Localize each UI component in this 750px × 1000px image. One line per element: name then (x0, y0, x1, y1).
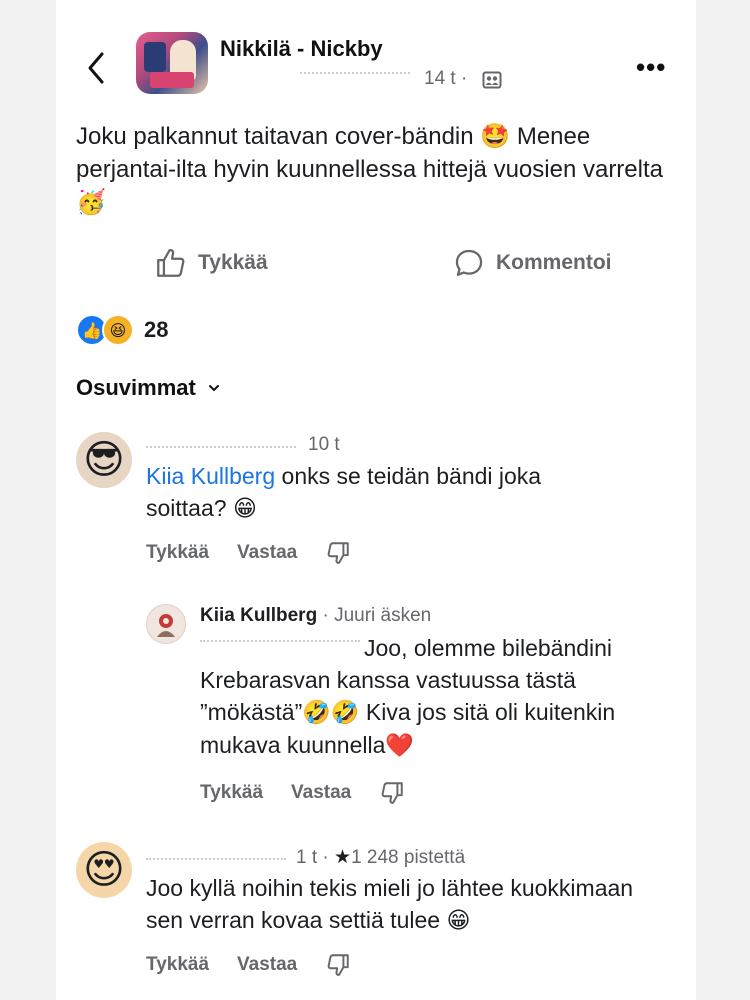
star-struck-emoji: 🤩 (480, 122, 511, 150)
commenter-name-obscured (146, 446, 296, 450)
reply-actions: Tykkää Vastaa (200, 780, 405, 806)
mention-link[interactable]: Kiia Kullberg (146, 463, 275, 489)
comment-reply-button[interactable]: Vastaa (237, 954, 297, 976)
comment-reply-button[interactable]: Vastaa (237, 542, 297, 564)
like-label: Tykkää (198, 251, 268, 274)
reply-author[interactable]: Kiia Kullberg (200, 605, 317, 626)
reaction-count: 28 (144, 317, 169, 342)
group-icon (482, 70, 502, 95)
thumbs-down-icon[interactable] (379, 780, 405, 806)
commenter-avatar[interactable]: 😎 (76, 432, 132, 488)
group-avatar[interactable] (136, 32, 208, 94)
thumbs-down-icon[interactable] (325, 540, 351, 566)
chevron-left-icon (88, 52, 104, 84)
comment-icon (455, 249, 483, 276)
points-label: 1 248 pistettä (351, 847, 466, 868)
sort-label: Osuvimmat (76, 375, 196, 400)
commenter-name-obscured (146, 858, 286, 862)
reply-header: Kiia Kullberg · Juuri äsken (200, 605, 431, 627)
reaction-summary[interactable]: 👍 😆 28 (76, 314, 168, 346)
grin-emoji: 😁 (446, 908, 471, 934)
reply-reply-button[interactable]: Vastaa (291, 782, 351, 804)
like-button[interactable]: Tykkää (154, 246, 268, 280)
author-name-obscured (300, 72, 410, 78)
comment-meta: 1 t · ★1 248 pistettä (296, 846, 465, 869)
thumbs-up-icon (157, 248, 185, 277)
comment-label: Kommentoi (496, 251, 612, 274)
red-heart-emoji: ❤️ (385, 733, 415, 759)
rofl-emoji: 🤣🤣 (302, 700, 360, 726)
chevron-down-icon (208, 385, 219, 392)
comment-time[interactable]: 1 t · (296, 847, 334, 868)
haha-reaction-icon: 😆 (102, 314, 134, 346)
avatar-illustration (157, 614, 175, 637)
post-text: Joku palkannut taitavan cover-bändin 🤩 M… (76, 122, 663, 216)
comment-like-button[interactable]: Tykkää (146, 542, 209, 564)
post-time[interactable]: 14 t · (424, 68, 467, 90)
back-button[interactable] (82, 48, 110, 88)
reply-time[interactable]: · Juuri äsken (317, 605, 431, 626)
party-face-emoji: 🥳 (76, 188, 106, 216)
comment-button[interactable]: Kommentoi (452, 246, 612, 280)
group-name[interactable]: Nikkilä - Nickby (220, 36, 383, 62)
more-options-button[interactable]: ••• (636, 52, 666, 83)
comment-sort-dropdown[interactable]: Osuvimmat (76, 375, 220, 401)
comment-text: Joo kyllä noihin tekis mieli jo lähtee k… (146, 875, 634, 934)
comment-time[interactable]: 10 t (308, 434, 340, 456)
commenter-avatar[interactable]: 😍 (76, 842, 132, 898)
star-icon: ★ (334, 847, 352, 868)
comment-like-button[interactable]: Tykkää (146, 954, 209, 976)
comment-actions: Tykkää Vastaa (146, 952, 351, 978)
reply-text: Joo, olemme bilebändini Krebarasvan kans… (200, 635, 616, 759)
reply-like-button[interactable]: Tykkää (200, 782, 263, 804)
reply-avatar[interactable] (146, 604, 186, 644)
thumbs-down-icon[interactable] (325, 952, 351, 978)
comment-text: Kiia Kullberg onks se teidän bändi joka … (146, 463, 542, 522)
comment-actions: Tykkää Vastaa (146, 540, 351, 566)
grin-emoji: 😁 (232, 496, 257, 522)
